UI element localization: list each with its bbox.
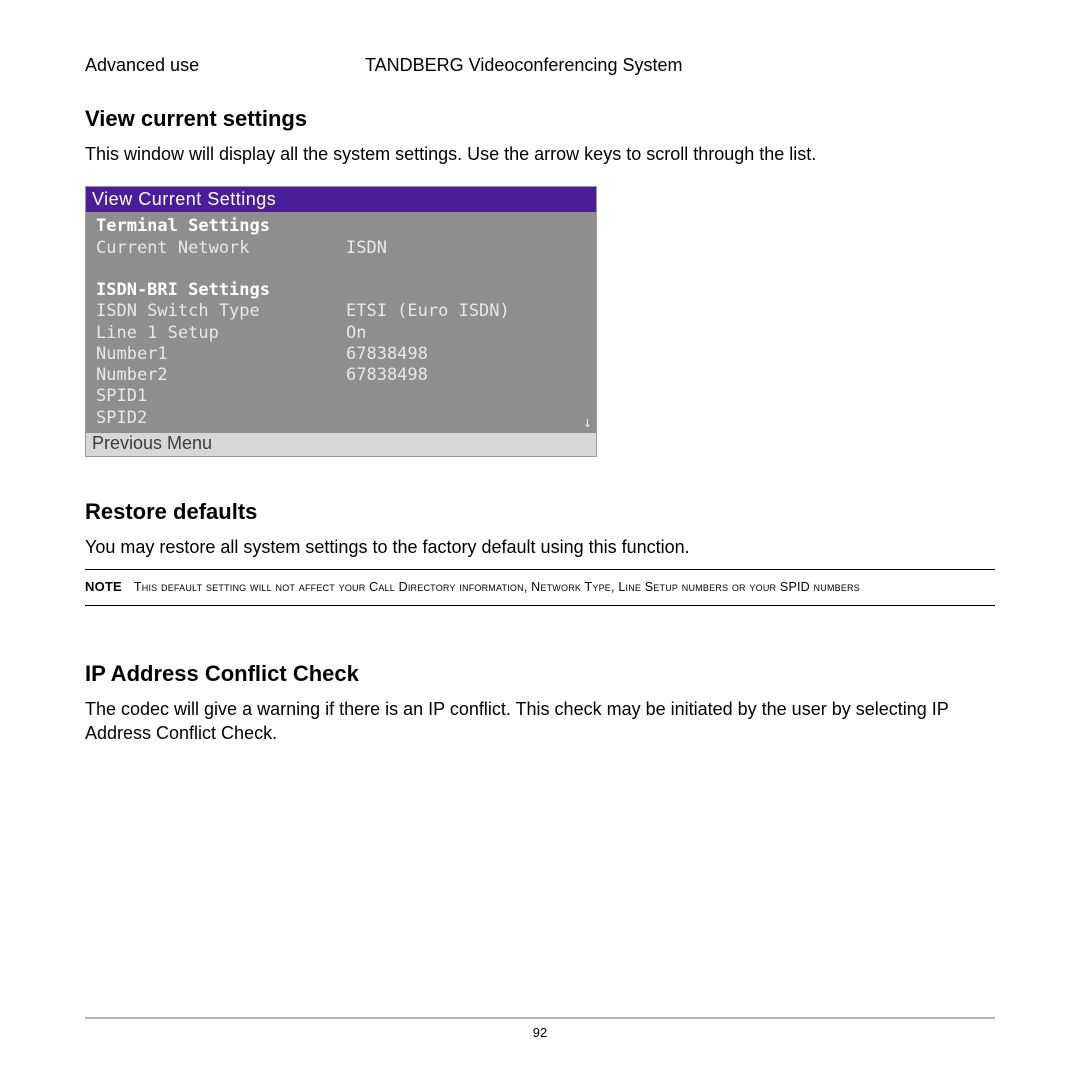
terminal-settings-heading: Terminal Settings bbox=[96, 216, 346, 237]
setting-label: Current Network bbox=[96, 238, 346, 259]
ipcheck-desc: The codec will give a warning if there i… bbox=[85, 697, 995, 746]
setting-label: Number2 bbox=[96, 365, 346, 386]
panel-body: Terminal Settings Current Network ISDN I… bbox=[86, 212, 596, 433]
ipcheck-title: IP Address Conflict Check bbox=[85, 661, 995, 687]
setting-value: On bbox=[346, 323, 366, 344]
header-product: TANDBERG Videoconferencing System bbox=[365, 55, 682, 76]
view-settings-title: View current settings bbox=[85, 106, 995, 132]
settings-panel: View Current Settings Terminal Settings … bbox=[85, 186, 597, 457]
settings-row: Number2 67838498 bbox=[86, 365, 596, 386]
settings-row: Line 1 Setup On bbox=[86, 323, 596, 344]
note-text: This default setting will not affect you… bbox=[134, 580, 860, 594]
setting-label: Line 1 Setup bbox=[96, 323, 346, 344]
note-label: NOTE bbox=[85, 579, 122, 594]
settings-row: SPID1 bbox=[86, 386, 596, 407]
settings-row: Current Network ISDN bbox=[86, 238, 596, 259]
settings-row: Number1 67838498 bbox=[86, 344, 596, 365]
setting-label: SPID2 bbox=[96, 408, 346, 429]
settings-row: SPID2 bbox=[86, 408, 596, 429]
settings-row: ISDN Switch Type ETSI (Euro ISDN) bbox=[86, 301, 596, 322]
setting-value: ETSI (Euro ISDN) bbox=[346, 301, 510, 322]
footer-divider bbox=[85, 1017, 995, 1019]
panel-previous-menu[interactable]: Previous Menu bbox=[86, 433, 596, 456]
page-footer: 92 bbox=[85, 1017, 995, 1040]
setting-label: Number1 bbox=[96, 344, 346, 365]
scroll-down-icon[interactable]: ↓ bbox=[583, 413, 592, 431]
page-header: Advanced use TANDBERG Videoconferencing … bbox=[85, 55, 995, 76]
setting-value: 67838498 bbox=[346, 344, 428, 365]
isdn-bri-heading: ISDN-BRI Settings bbox=[96, 280, 346, 301]
setting-label: ISDN Switch Type bbox=[96, 301, 346, 322]
restore-desc: You may restore all system settings to t… bbox=[85, 535, 995, 559]
setting-label: SPID1 bbox=[96, 386, 346, 407]
panel-titlebar: View Current Settings bbox=[86, 187, 596, 212]
header-section: Advanced use bbox=[85, 55, 365, 76]
view-settings-desc: This window will display all the system … bbox=[85, 142, 995, 166]
page-number: 92 bbox=[85, 1025, 995, 1040]
setting-value: ISDN bbox=[346, 238, 387, 259]
restore-title: Restore defaults bbox=[85, 499, 995, 525]
note-box: NOTE This default setting will not affect… bbox=[85, 569, 995, 606]
setting-value: 67838498 bbox=[346, 365, 428, 386]
